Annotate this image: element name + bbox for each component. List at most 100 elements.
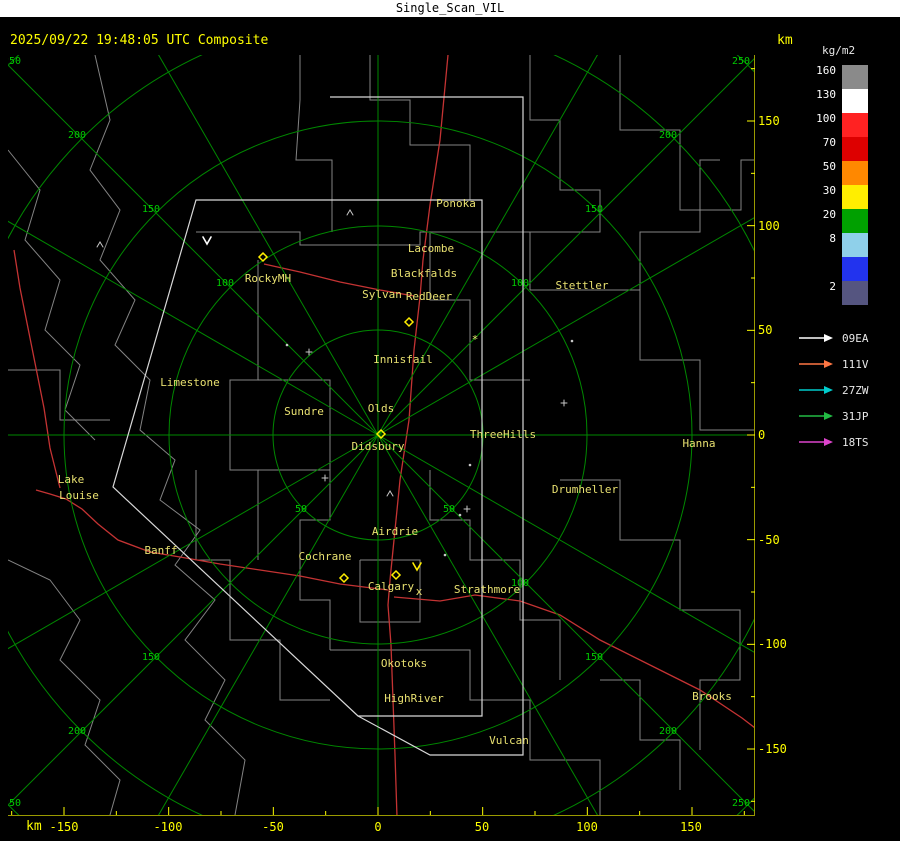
radar-window: * x 100 150 200 250 100 150 200 250 50 150 200 250 50 1… bbox=[0, 0, 900, 841]
x-axis-label: 150 bbox=[680, 820, 702, 834]
radar-map[interactable]: *x10015020025010015020025050150200250501… bbox=[0, 0, 900, 841]
range-ring-label: 200 bbox=[68, 130, 86, 141]
colorbar: 160 130 100 70 50 30 20 8 2 bbox=[780, 65, 898, 305]
colorbar-value: 30 bbox=[822, 184, 836, 197]
range-ring-label: 250 bbox=[732, 798, 750, 809]
county-boundary bbox=[295, 55, 333, 232]
city-label: Sylvan bbox=[362, 288, 402, 301]
y-axis-label: 0 bbox=[758, 428, 765, 442]
storm-legend-row: 18TS bbox=[798, 429, 898, 455]
storm-vector-marker bbox=[202, 236, 212, 246]
colorbar-value: 70 bbox=[822, 136, 836, 149]
colorbar-value: 8 bbox=[829, 232, 836, 245]
storm-arrow-icon bbox=[799, 360, 833, 368]
range-ring-label: 250 bbox=[3, 798, 21, 809]
range-ring-label: 200 bbox=[659, 130, 677, 141]
x-axis-label: 0 bbox=[374, 820, 381, 834]
x-axis-label: -100 bbox=[154, 820, 183, 834]
city-label: Ponoka bbox=[436, 197, 476, 210]
x-axis-label: 50 bbox=[475, 820, 489, 834]
storm-track-legend: 09EA 111V 27ZW 31JP 18TS bbox=[798, 325, 898, 455]
legend-panel: kg/m2 160 130 100 70 50 30 20 8 2 09EA 111V 27ZW 31… bbox=[780, 44, 898, 455]
highway-line bbox=[393, 594, 755, 729]
asterisk-marker: * bbox=[472, 333, 479, 346]
city-label: Lacombe bbox=[408, 242, 454, 255]
range-ring-label: 100 bbox=[216, 278, 234, 289]
range-ring-label: 200 bbox=[68, 726, 86, 737]
storm-id-label: 09EA bbox=[842, 331, 869, 345]
colorbar-swatch bbox=[842, 209, 868, 233]
colorbar-value: 20 bbox=[822, 208, 836, 221]
y-axis-label: -150 bbox=[758, 742, 787, 756]
colorbar-value: 2 bbox=[829, 280, 836, 293]
city-label: Okotoks bbox=[381, 657, 427, 670]
highway-line bbox=[35, 489, 389, 591]
y-axis-label: 100 bbox=[758, 219, 780, 233]
city-label: Louise bbox=[59, 489, 99, 502]
town-dot-marker bbox=[468, 463, 472, 467]
colorbar-row bbox=[780, 257, 898, 281]
county-boundary bbox=[429, 470, 561, 680]
town-cross-marker bbox=[463, 505, 471, 513]
city-label: RockyMH bbox=[245, 272, 291, 285]
city-label: Sundre bbox=[284, 405, 324, 418]
town-cross-marker bbox=[560, 399, 568, 407]
colorbar-unit: kg/m2 bbox=[822, 44, 856, 57]
county-boundary bbox=[196, 231, 530, 246]
colorbar-swatch bbox=[842, 137, 868, 161]
city-label: Blackfalds bbox=[391, 267, 457, 280]
colorbar-row: 100 bbox=[780, 113, 898, 137]
y-axis-label: -100 bbox=[758, 637, 787, 651]
city-label: Brooks bbox=[692, 690, 732, 703]
colorbar-row: 30 bbox=[780, 185, 898, 209]
range-ring-label: 200 bbox=[659, 726, 677, 737]
city-label: Drumheller bbox=[552, 483, 619, 496]
storm-id-label: 31JP bbox=[842, 409, 869, 423]
colorbar-swatch bbox=[842, 161, 868, 185]
town-cross-marker bbox=[321, 474, 329, 482]
range-ring-label: 150 bbox=[585, 204, 603, 215]
colorbar-row: 8 bbox=[780, 233, 898, 257]
city-label: Olds bbox=[368, 402, 395, 415]
colorbar-swatch bbox=[842, 185, 868, 209]
colorbar-swatch bbox=[842, 233, 868, 257]
colorbar-swatch bbox=[842, 65, 868, 89]
range-ring-label: 50 bbox=[443, 504, 455, 515]
highway-line bbox=[13, 249, 61, 489]
colorbar-swatch bbox=[842, 113, 868, 137]
city-diamond-marker bbox=[403, 316, 415, 328]
range-ring bbox=[8, 55, 755, 816]
range-ring-label: 250 bbox=[3, 56, 21, 67]
storm-id-label: 18TS bbox=[842, 435, 869, 449]
colorbar-row: 50 bbox=[780, 161, 898, 185]
county-boundary bbox=[8, 559, 121, 816]
window-title-bar: Single_Scan_VIL bbox=[0, 0, 900, 17]
city-label: Calgary bbox=[368, 580, 415, 593]
range-ring-label: 150 bbox=[585, 652, 603, 663]
county-boundary bbox=[258, 379, 331, 470]
colorbar-value: 160 bbox=[816, 64, 836, 77]
town-dot-marker bbox=[285, 343, 289, 347]
range-ring-label: 50 bbox=[295, 504, 307, 515]
city-label: Strathmore bbox=[454, 583, 520, 596]
window-title: Single_Scan_VIL bbox=[395, 1, 505, 15]
city-label: Cochrane bbox=[299, 550, 352, 563]
peak-marker bbox=[96, 241, 104, 248]
colorbar-value: 100 bbox=[816, 112, 836, 125]
y-axis-label: 50 bbox=[758, 323, 772, 337]
city-label: Stettler bbox=[556, 279, 609, 292]
storm-id-label: 27ZW bbox=[842, 383, 869, 397]
colorbar-row: 130 bbox=[780, 89, 898, 113]
colorbar-value: 130 bbox=[816, 88, 836, 101]
x-axis-label: -150 bbox=[50, 820, 79, 834]
storm-arrow-icon bbox=[799, 386, 833, 394]
county-boundary bbox=[229, 260, 259, 560]
range-ring-label: 150 bbox=[142, 652, 160, 663]
storm-arrow-icon bbox=[799, 334, 833, 342]
county-boundary bbox=[369, 55, 471, 200]
county-boundary bbox=[195, 470, 330, 701]
county-boundary bbox=[529, 55, 601, 290]
county-boundary bbox=[560, 479, 741, 750]
county-boundary bbox=[530, 289, 755, 431]
range-ring-label: 100 bbox=[511, 278, 529, 289]
